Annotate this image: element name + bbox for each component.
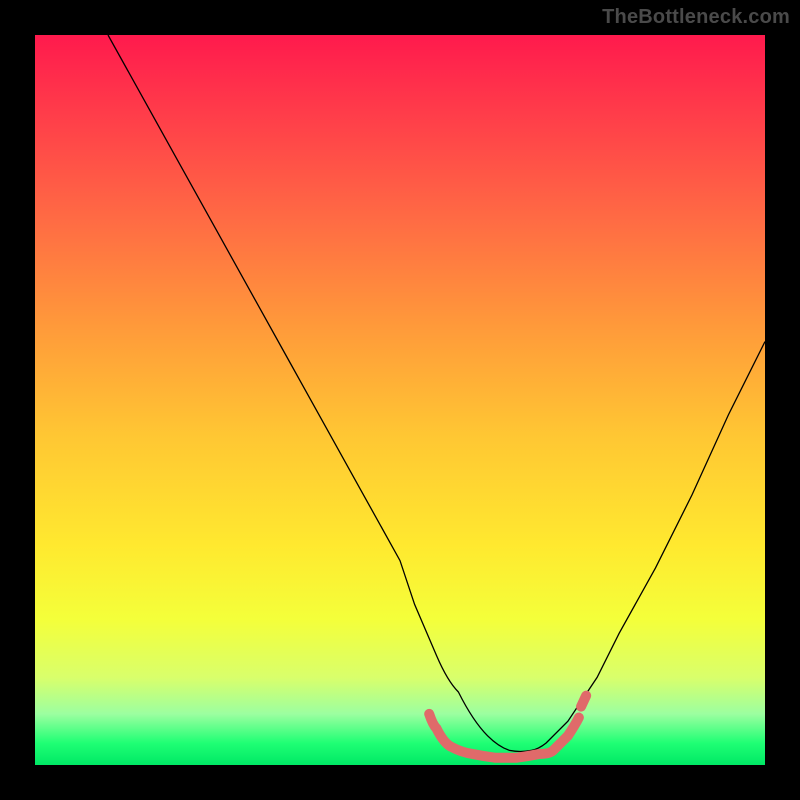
chart-svg: [35, 35, 765, 765]
gradient-plot-area: [35, 35, 765, 765]
chart-frame: TheBottleneck.com: [0, 0, 800, 800]
bottleneck-curve: [108, 35, 765, 751]
attribution-text: TheBottleneck.com: [602, 6, 790, 29]
